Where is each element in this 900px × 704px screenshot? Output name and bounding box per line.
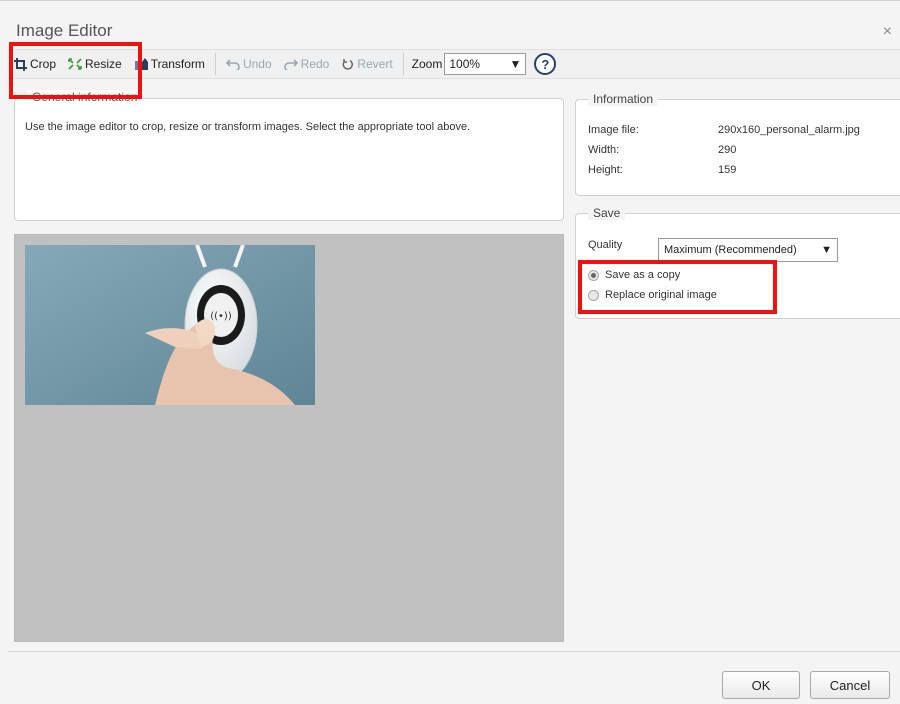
undo-label: Undo [242, 57, 272, 71]
height-value: 159 [718, 164, 737, 176]
dropdown-arrow-icon: ▼ [509, 57, 522, 71]
zoom-label: Zoom [411, 57, 443, 71]
dropdown-arrow-icon: ▼ [821, 244, 832, 256]
undo-button[interactable]: Undo [220, 52, 278, 76]
redo-button[interactable]: Redo [278, 52, 336, 76]
quality-value: Maximum (Recommended) [664, 244, 797, 256]
general-information-legend: General information [27, 90, 143, 104]
title-bar: Image Editor × [0, 9, 900, 49]
toolbar-separator [402, 53, 404, 75]
replace-original-radio[interactable] [588, 289, 599, 301]
save-as-copy-label: Save as a copy [605, 269, 681, 281]
close-icon[interactable]: × [883, 23, 892, 41]
general-information-panel: General information Use the image editor… [14, 90, 564, 221]
crop-button[interactable]: Crop [8, 52, 62, 76]
crop-label: Crop [30, 57, 57, 71]
undo-icon [225, 58, 240, 70]
width-label: Width: [588, 144, 620, 156]
save-as-copy-radio[interactable] [588, 269, 599, 281]
height-label: Height: [588, 164, 623, 176]
footer-divider [8, 651, 900, 652]
resize-button[interactable]: Resize [62, 52, 128, 76]
cancel-button[interactable]: Cancel [810, 671, 890, 699]
zoom-select[interactable]: 100% ▼ [444, 53, 527, 75]
image-editor-dialog: Image Editor × Crop Resize Transform Und… [0, 0, 900, 704]
toolbar-separator [214, 53, 216, 75]
image-file-label: Image file: [588, 124, 639, 136]
replace-original-option[interactable]: Replace original image [588, 289, 717, 301]
transform-label: Transform [150, 57, 205, 71]
redo-icon [283, 58, 298, 70]
dialog-title: Image Editor [16, 21, 113, 40]
zoom-value: 100% [449, 57, 481, 71]
transform-button[interactable]: Transform [128, 52, 211, 76]
revert-button[interactable]: Revert [335, 52, 398, 76]
save-panel: Save Quality Maximum (Recommended) ▼ Sav… [575, 206, 900, 319]
image-canvas[interactable]: ((•)) [14, 234, 564, 642]
resize-label: Resize [85, 57, 122, 71]
redo-label: Redo [300, 57, 330, 71]
image-preview: ((•)) [25, 245, 315, 405]
save-legend: Save [588, 206, 626, 220]
svg-text:((•)): ((•)) [210, 311, 232, 322]
resize-icon [68, 58, 82, 70]
general-information-text: Use the image editor to crop, resize or … [25, 121, 471, 133]
replace-original-label: Replace original image [605, 289, 717, 301]
information-panel: Information Image file: 290x160_personal… [575, 92, 900, 196]
crop-icon [14, 57, 27, 71]
help-icon[interactable]: ? [534, 53, 557, 75]
quality-label: Quality [588, 239, 623, 251]
revert-label: Revert [357, 57, 393, 71]
ok-button[interactable]: OK [722, 671, 800, 699]
image-file-value: 290x160_personal_alarm.jpg [718, 124, 860, 136]
toolbar: Crop Resize Transform Undo Redo Revert Z… [8, 49, 900, 79]
quality-select[interactable]: Maximum (Recommended) ▼ [658, 238, 838, 262]
information-legend: Information [588, 92, 659, 106]
transform-icon [134, 57, 148, 71]
revert-icon [341, 58, 354, 71]
save-as-copy-option[interactable]: Save as a copy [588, 269, 680, 281]
width-value: 290 [718, 144, 737, 156]
